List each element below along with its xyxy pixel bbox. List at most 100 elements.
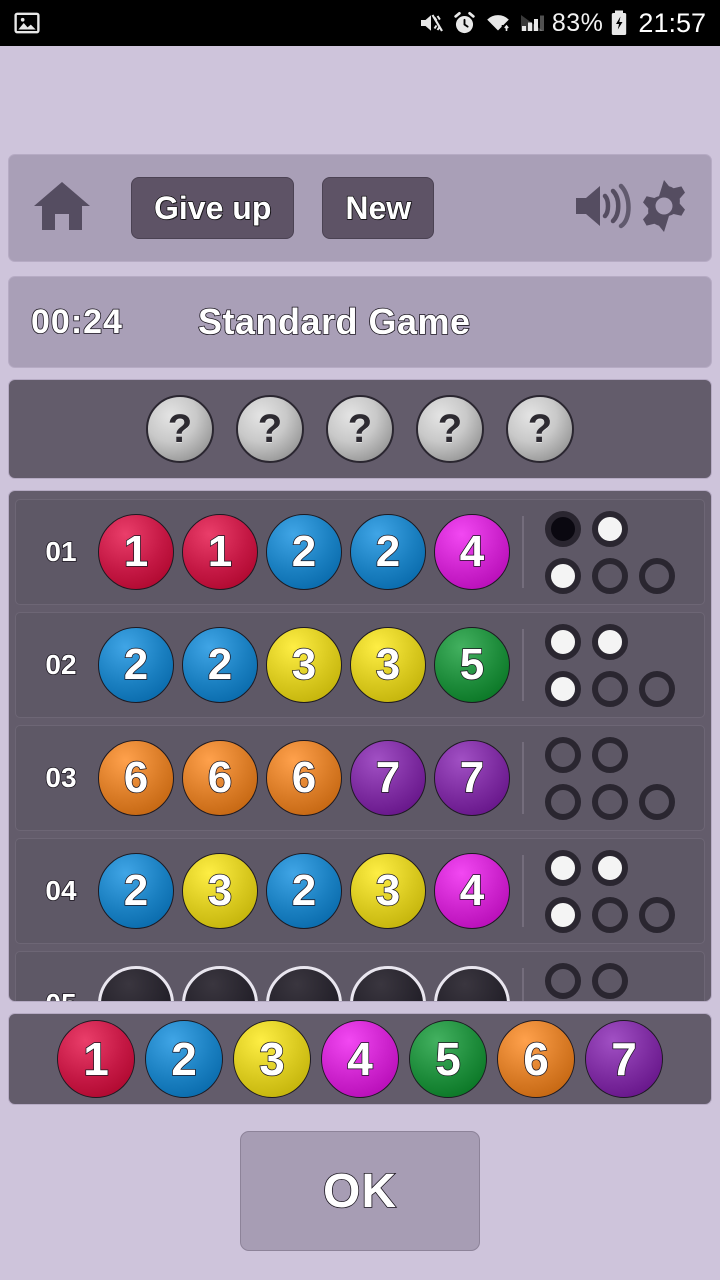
feedback-peg-empty xyxy=(545,736,581,773)
guess-peg[interactable]: 3 xyxy=(350,627,426,703)
guess-history-list[interactable]: 011122402223350366677042323405 xyxy=(8,490,712,1002)
feedback-peg-empty xyxy=(592,670,628,707)
feedback-pegs xyxy=(534,508,678,597)
guess-row[interactable]: 04 2 3 2 3 4 xyxy=(15,838,705,944)
guess-peg[interactable]: 7 xyxy=(350,740,426,816)
feedback-peg-empty xyxy=(592,962,628,999)
guess-peg[interactable] xyxy=(266,966,342,1001)
secret-peg: ? xyxy=(416,395,484,463)
battery-percent-label: 83% xyxy=(551,8,604,37)
guess-peg[interactable]: 1 xyxy=(182,514,258,590)
ok-button-label: OK xyxy=(322,1164,397,1219)
feedback-peg-empty xyxy=(592,736,628,773)
feedback-peg-white xyxy=(545,849,581,886)
guess-peg[interactable] xyxy=(434,966,510,1001)
guess-peg[interactable]: 4 xyxy=(434,514,510,590)
palette-peg-4[interactable]: 4 xyxy=(321,1020,399,1098)
palette-peg-5[interactable]: 5 xyxy=(409,1020,487,1098)
guess-peg[interactable]: 3 xyxy=(350,853,426,929)
guess-row-number: 05 xyxy=(30,987,92,1001)
guess-pegs: 23234 xyxy=(98,853,510,929)
status-bar-left xyxy=(14,10,40,36)
feedback-pegs xyxy=(534,734,678,823)
settings-button[interactable] xyxy=(633,178,695,239)
status-bar-clock: 21:57 xyxy=(638,7,706,38)
feedback-peg-empty xyxy=(592,783,628,820)
guess-peg[interactable]: 2 xyxy=(98,627,174,703)
feedback-peg-black xyxy=(545,510,581,547)
guess-pegs: 11224 xyxy=(98,514,510,590)
volume-mute-icon xyxy=(419,11,445,35)
guess-row[interactable]: 01 1 1 2 2 4 xyxy=(15,499,705,605)
feedback-peg-empty xyxy=(545,962,581,999)
alarm-clock-icon xyxy=(452,11,477,36)
guess-peg[interactable]: 2 xyxy=(182,627,258,703)
feedback-peg-empty xyxy=(639,896,675,933)
secret-code-panel: ????? xyxy=(8,379,712,479)
feedback-peg-white xyxy=(545,670,581,707)
palette-peg-3[interactable]: 3 xyxy=(233,1020,311,1098)
secret-peg: ? xyxy=(236,395,304,463)
give-up-button[interactable]: Give up xyxy=(131,177,295,239)
guess-row-number: 04 xyxy=(45,874,78,907)
palette-peg-7[interactable]: 7 xyxy=(585,1020,663,1098)
guess-row[interactable]: 02 2 2 3 3 5 xyxy=(15,612,705,718)
photo-icon xyxy=(14,10,40,36)
row-divider xyxy=(522,516,524,588)
guess-peg[interactable]: 2 xyxy=(350,514,426,590)
sound-toggle-button[interactable] xyxy=(571,180,633,237)
guess-peg[interactable]: 3 xyxy=(182,853,258,929)
feedback-peg-white xyxy=(592,849,628,886)
feedback-pegs xyxy=(534,847,678,936)
feedback-peg-white xyxy=(592,510,628,547)
guess-peg[interactable]: 4 xyxy=(434,853,510,929)
guess-peg[interactable]: 2 xyxy=(98,853,174,929)
new-game-button[interactable]: New xyxy=(322,177,435,239)
palette-peg-6[interactable]: 6 xyxy=(497,1020,575,1098)
feedback-peg-white xyxy=(545,557,581,594)
guess-row[interactable]: 05 xyxy=(15,951,705,1002)
game-toolbar: Give up New xyxy=(8,154,712,262)
guess-peg[interactable]: 6 xyxy=(98,740,174,816)
gear-icon xyxy=(636,178,692,239)
guess-peg[interactable] xyxy=(182,966,258,1001)
feedback-peg-white xyxy=(592,623,628,660)
palette-peg-1[interactable]: 1 xyxy=(57,1020,135,1098)
row-divider xyxy=(522,855,524,927)
ok-button[interactable]: OK xyxy=(240,1131,480,1251)
guess-row[interactable]: 03 6 6 6 7 7 xyxy=(15,725,705,831)
palette-peg-2[interactable]: 2 xyxy=(145,1020,223,1098)
guess-peg[interactable]: 3 xyxy=(266,627,342,703)
feedback-peg-empty xyxy=(639,557,675,594)
feedback-peg-empty xyxy=(639,670,675,707)
secret-peg: ? xyxy=(506,395,574,463)
feedback-pegs xyxy=(534,960,678,1002)
speaker-on-icon xyxy=(573,180,631,237)
cellular-signal-icon xyxy=(519,11,545,35)
feedback-peg-empty xyxy=(639,783,675,820)
status-bar: 83% 21:57 xyxy=(0,0,720,46)
give-up-label: Give up xyxy=(153,189,272,226)
row-divider xyxy=(522,968,524,1001)
color-palette[interactable]: 1234567 xyxy=(8,1013,712,1105)
battery-charging-icon xyxy=(610,10,628,36)
guess-pegs: 22335 xyxy=(98,627,510,703)
guess-peg[interactable] xyxy=(98,966,174,1001)
guess-peg[interactable]: 2 xyxy=(266,853,342,929)
guess-peg[interactable]: 5 xyxy=(434,627,510,703)
feedback-peg-white xyxy=(545,896,581,933)
game-info-bar: 00:24 Standard Game xyxy=(8,276,712,368)
guess-peg[interactable]: 6 xyxy=(182,740,258,816)
guess-peg[interactable] xyxy=(350,966,426,1001)
wifi-icon xyxy=(484,11,512,36)
guess-pegs xyxy=(98,966,510,1001)
home-button[interactable] xyxy=(25,178,99,239)
secret-peg: ? xyxy=(326,395,394,463)
feedback-peg-white xyxy=(545,623,581,660)
new-game-label: New xyxy=(345,189,412,226)
guess-peg[interactable]: 6 xyxy=(266,740,342,816)
guess-peg[interactable]: 7 xyxy=(434,740,510,816)
game-mode-title: Standard Game xyxy=(197,300,471,343)
guess-peg[interactable]: 1 xyxy=(98,514,174,590)
guess-peg[interactable]: 2 xyxy=(266,514,342,590)
